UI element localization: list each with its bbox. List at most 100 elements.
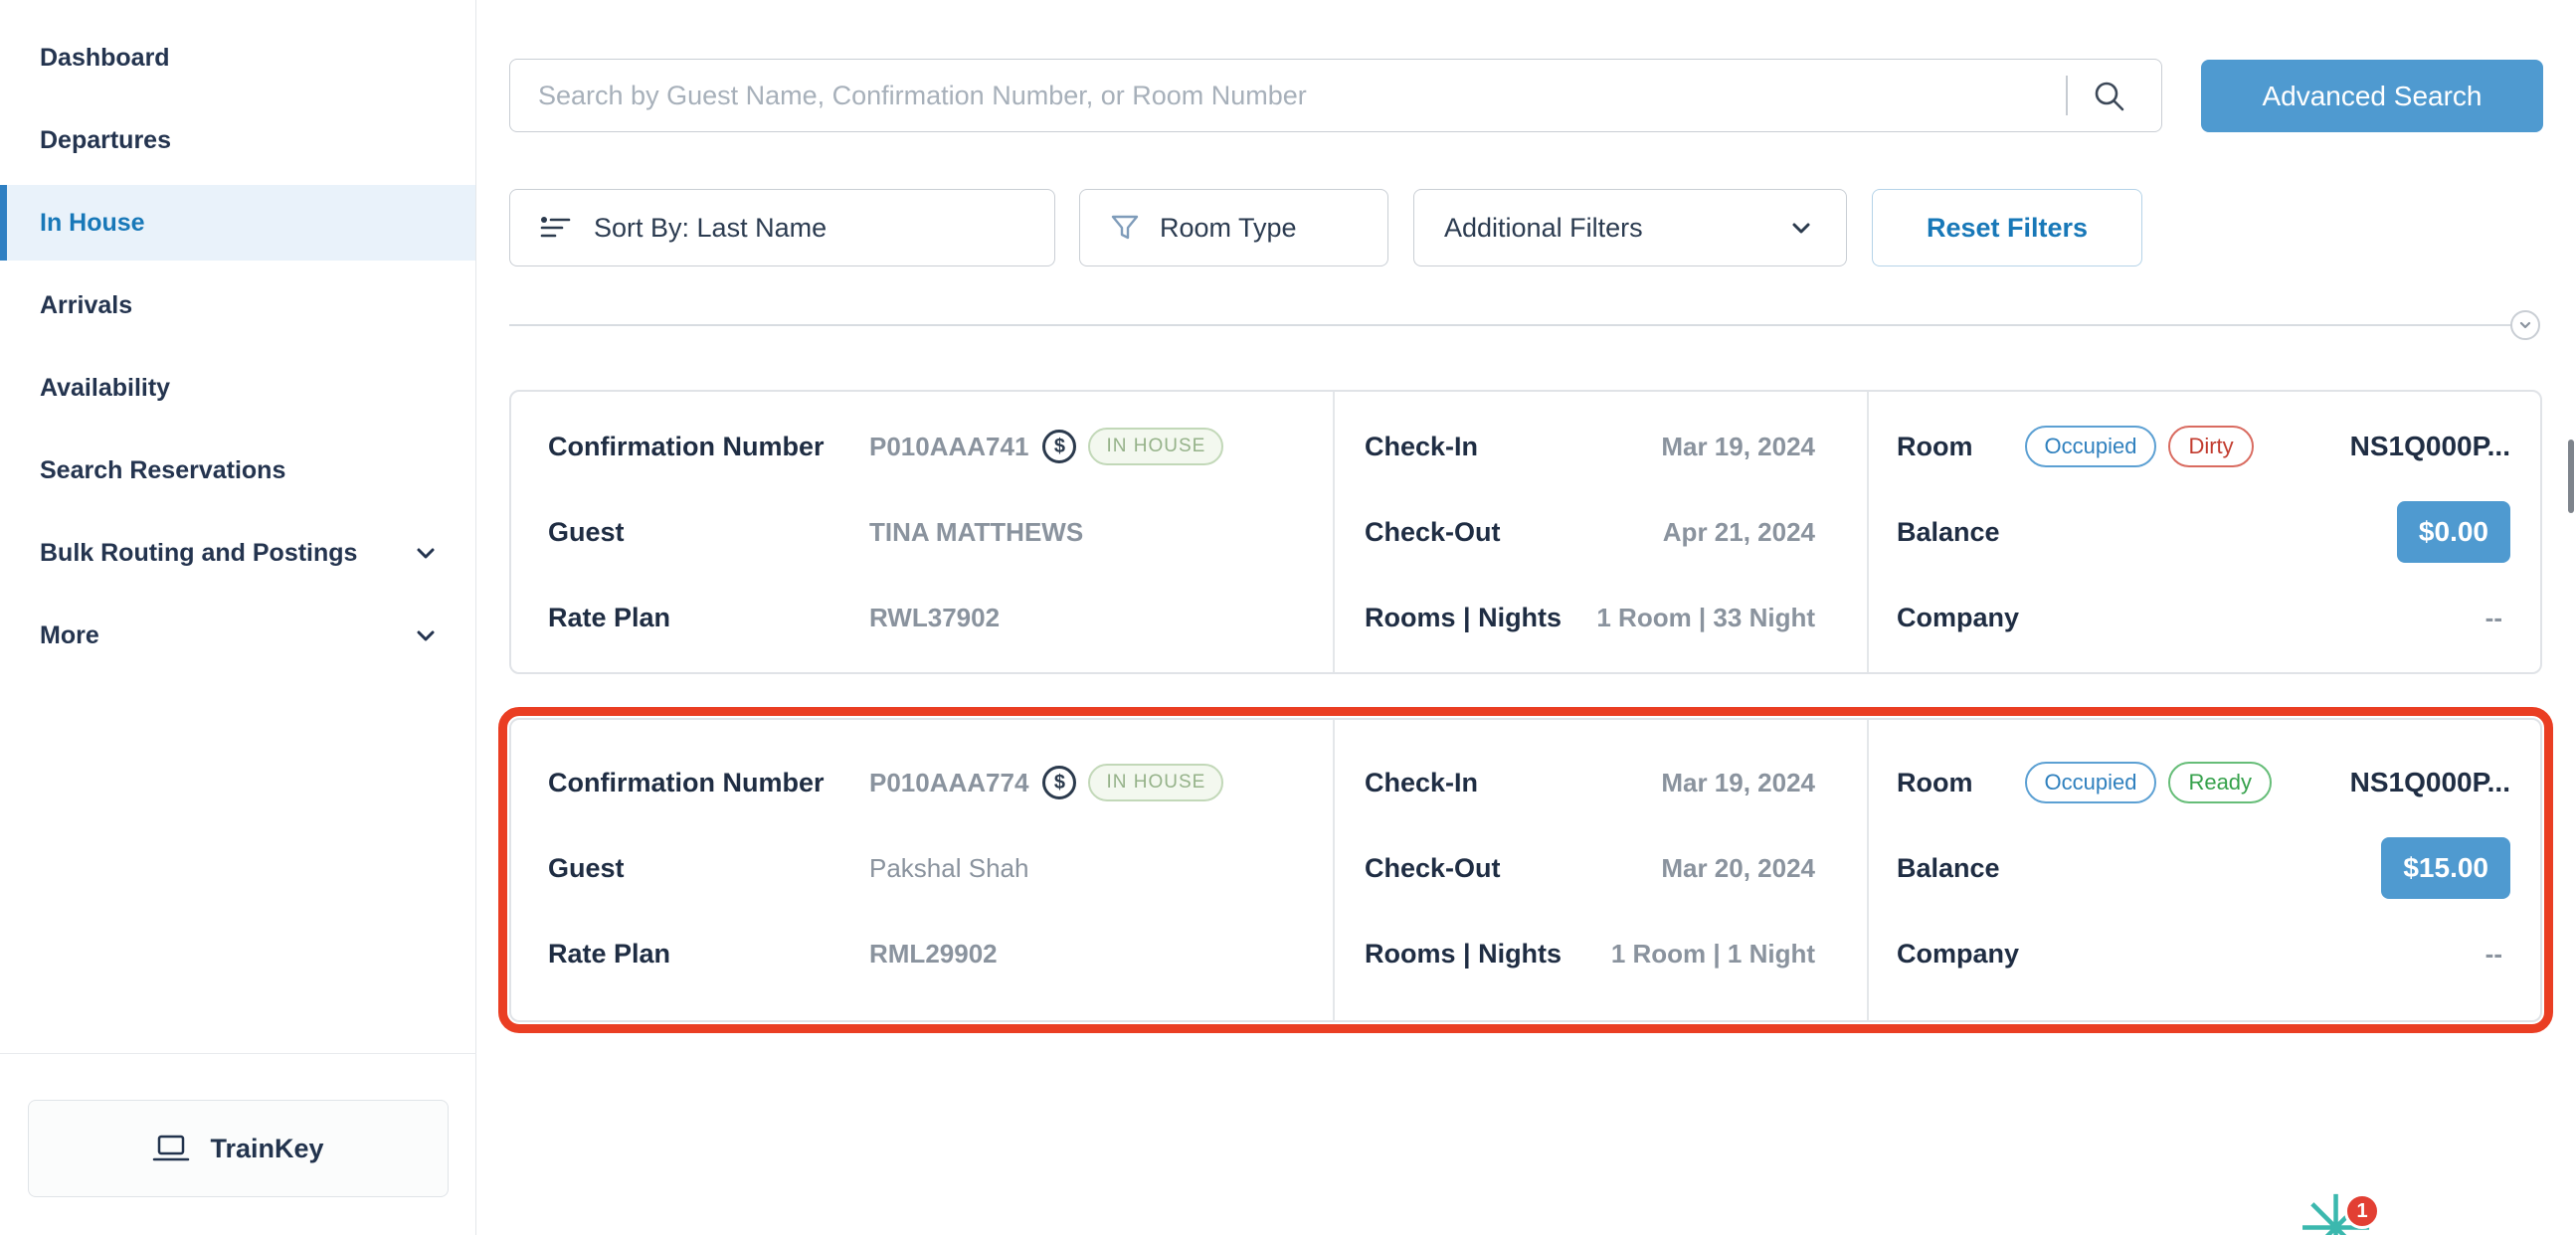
rate-plan-label: Rate Plan	[548, 603, 869, 633]
sort-by-button[interactable]: Sort By: Last Name	[509, 189, 1055, 266]
confirmation-label: Confirmation Number	[548, 432, 869, 462]
check-in-row: Check-In Mar 19, 2024	[1365, 740, 1815, 825]
company-value: --	[2485, 603, 2502, 633]
housekeeping-status-badge: Ready	[2168, 762, 2272, 803]
housekeeping-status-badge: Dirty	[2168, 426, 2253, 467]
sidebar-item-label: Arrivals	[40, 291, 132, 320]
confirmation-value: P010AAA774	[869, 768, 1028, 798]
sidebar: Dashboard Departures In House Arrivals A…	[0, 0, 476, 1235]
chat-widget-button[interactable]: 1	[2298, 1189, 2407, 1235]
rate-plan-row: Rate Plan RWL37902	[548, 575, 1323, 660]
reservation-card-selected[interactable]: Confirmation Number P010AAA774 IN HOUSE …	[509, 718, 2542, 1022]
rooms-nights-value: 1 Room | 33 Night	[1596, 603, 1815, 633]
sidebar-item-label: More	[40, 621, 99, 650]
room-number: NS1Q000P...	[2350, 767, 2510, 798]
sidebar-nav: Dashboard Departures In House Arrivals A…	[0, 0, 475, 673]
room-type-label: Room Type	[1160, 213, 1297, 244]
company-row: Company --	[1897, 575, 2510, 660]
results-divider	[509, 324, 2530, 326]
card-room-column: Room Occupied Dirty NS1Q000P... Balance …	[1867, 392, 2540, 672]
card-reservation-column: Confirmation Number P010AAA741 IN HOUSE …	[511, 392, 1333, 672]
rooms-nights-row: Rooms | Nights 1 Room | 1 Night	[1365, 911, 1815, 996]
company-label: Company	[1897, 603, 2019, 633]
additional-filters-button[interactable]: Additional Filters	[1413, 189, 1847, 266]
sidebar-item-dashboard[interactable]: Dashboard	[0, 20, 475, 95]
room-row: Room Occupied Ready NS1Q000P...	[1897, 740, 2510, 825]
check-out-label: Check-Out	[1365, 853, 1501, 884]
balance-row: Balance $15.00	[1897, 825, 2510, 911]
room-label: Room	[1897, 432, 1973, 462]
dollar-circle-icon[interactable]	[1042, 766, 1076, 799]
check-out-label: Check-Out	[1365, 517, 1501, 548]
confirmation-row: Confirmation Number P010AAA741 IN HOUSE	[548, 404, 1323, 489]
sidebar-item-arrivals[interactable]: Arrivals	[0, 267, 475, 343]
sidebar-item-label: In House	[40, 209, 145, 238]
confirmation-label: Confirmation Number	[548, 768, 869, 798]
search-icon[interactable]	[2091, 78, 2128, 115]
collapse-filters-button[interactable]	[2510, 310, 2540, 340]
balance-label: Balance	[1897, 853, 2000, 884]
room-label: Room	[1897, 768, 1973, 798]
search-divider	[2066, 76, 2068, 115]
balance-label: Balance	[1897, 517, 2000, 548]
app-window: Dashboard Departures In House Arrivals A…	[0, 0, 2576, 1235]
rooms-nights-label: Rooms | Nights	[1365, 939, 1562, 970]
sidebar-item-departures[interactable]: Departures	[0, 102, 475, 178]
guest-label: Guest	[548, 517, 869, 548]
laptop-icon	[152, 1134, 190, 1163]
room-row: Room Occupied Dirty NS1Q000P...	[1897, 404, 2510, 489]
rate-plan-value: RML29902	[869, 939, 998, 970]
chat-notification-badge: 1	[2344, 1193, 2380, 1229]
balance-button[interactable]: $0.00	[2397, 501, 2510, 563]
scrollbar-thumb[interactable]	[2568, 440, 2574, 513]
card-dates-column: Check-In Mar 19, 2024 Check-Out Mar 20, …	[1333, 720, 1867, 1020]
sidebar-item-label: Dashboard	[40, 44, 170, 73]
sidebar-item-label: Search Reservations	[40, 456, 285, 485]
trainkey-label: TrainKey	[210, 1134, 323, 1164]
room-status-pills: Occupied Ready	[2025, 762, 2273, 803]
room-number: NS1Q000P...	[2350, 431, 2510, 462]
sidebar-item-more[interactable]: More	[0, 598, 475, 673]
confirmation-row: Confirmation Number P010AAA774 IN HOUSE	[548, 740, 1323, 825]
room-status-pills: Occupied Dirty	[2025, 426, 2254, 467]
rate-plan-label: Rate Plan	[548, 939, 869, 970]
confirmation-value: P010AAA741	[869, 432, 1028, 462]
sort-by-label: Sort By: Last Name	[594, 213, 827, 244]
check-out-value: Mar 20, 2024	[1661, 853, 1815, 884]
balance-row: Balance $0.00	[1897, 489, 2510, 575]
guest-row: Guest TINA MATTHEWS	[548, 489, 1323, 575]
rooms-nights-row: Rooms | Nights 1 Room | 33 Night	[1365, 575, 1815, 660]
search-input[interactable]	[509, 59, 2162, 132]
room-type-filter-button[interactable]: Room Type	[1079, 189, 1388, 266]
chevron-down-icon	[412, 539, 440, 567]
card-dates-column: Check-In Mar 19, 2024 Check-Out Apr 21, …	[1333, 392, 1867, 672]
sidebar-item-bulk-routing[interactable]: Bulk Routing and Postings	[0, 515, 475, 591]
rooms-nights-value: 1 Room | 1 Night	[1611, 939, 1815, 970]
funnel-icon	[1110, 213, 1140, 243]
reset-filters-label: Reset Filters	[1927, 213, 2088, 244]
in-house-status-badge: IN HOUSE	[1088, 428, 1223, 465]
sidebar-item-search-reservations[interactable]: Search Reservations	[0, 433, 475, 508]
rooms-nights-label: Rooms | Nights	[1365, 603, 1562, 633]
check-in-value: Mar 19, 2024	[1661, 768, 1815, 798]
occupancy-status-badge: Occupied	[2025, 426, 2157, 467]
sidebar-item-in-house[interactable]: In House	[0, 185, 475, 261]
sidebar-footer-divider	[0, 1053, 476, 1054]
reservation-card[interactable]: Confirmation Number P010AAA741 IN HOUSE …	[509, 390, 2542, 674]
in-house-status-badge: IN HOUSE	[1088, 764, 1223, 801]
advanced-search-button[interactable]: Advanced Search	[2201, 60, 2543, 132]
card-room-column: Room Occupied Ready NS1Q000P... Balance …	[1867, 720, 2540, 1020]
additional-filters-label: Additional Filters	[1444, 213, 1643, 244]
trainkey-button[interactable]: TrainKey	[28, 1100, 449, 1197]
reset-filters-button[interactable]: Reset Filters	[1872, 189, 2142, 266]
check-in-label: Check-In	[1365, 768, 1478, 798]
check-out-value: Apr 21, 2024	[1663, 517, 1815, 548]
balance-button[interactable]: $15.00	[2381, 837, 2510, 899]
dollar-circle-icon[interactable]	[1042, 430, 1076, 463]
company-label: Company	[1897, 939, 2019, 970]
sidebar-item-availability[interactable]: Availability	[0, 350, 475, 426]
sidebar-item-label: Availability	[40, 374, 170, 403]
guest-row: Guest Pakshal Shah	[548, 825, 1323, 911]
check-in-row: Check-In Mar 19, 2024	[1365, 404, 1815, 489]
check-in-label: Check-In	[1365, 432, 1478, 462]
